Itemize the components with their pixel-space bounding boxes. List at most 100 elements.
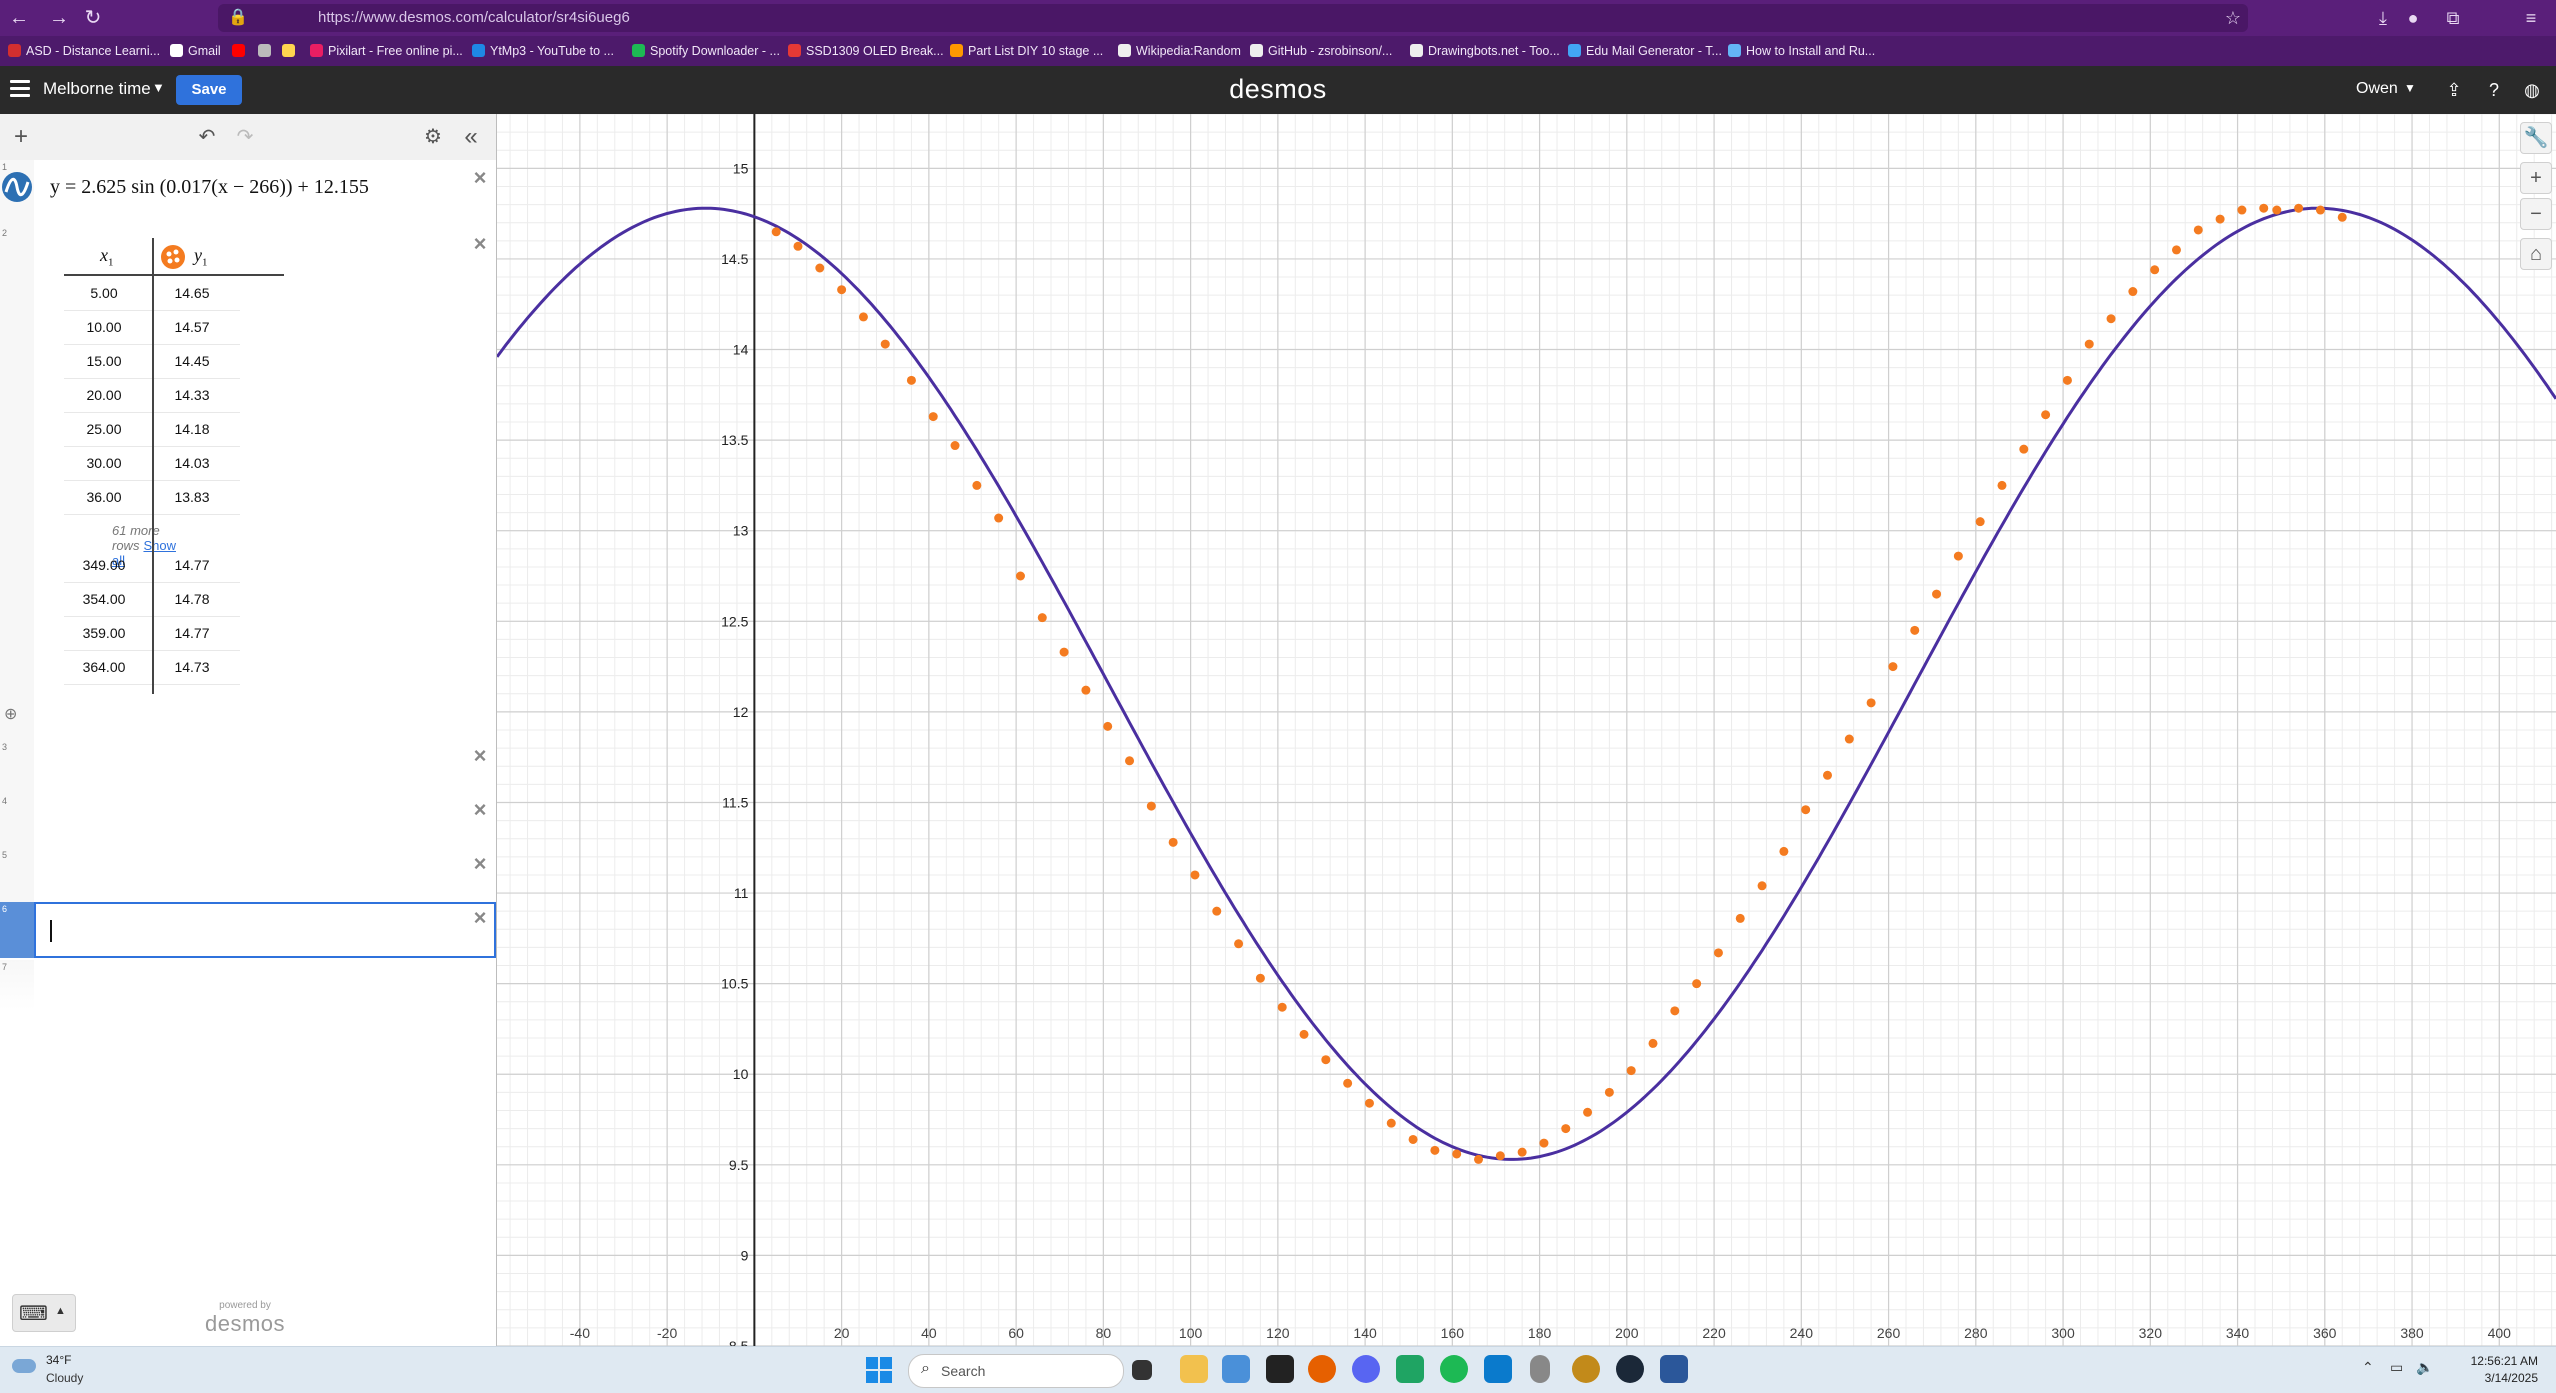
expression-row[interactable]: 4 ×: [0, 794, 496, 849]
task-view-icon[interactable]: [1132, 1360, 1152, 1380]
delete-icon[interactable]: ×: [470, 853, 490, 875]
table-cell-x[interactable]: 364.00: [64, 650, 144, 684]
extension-icon[interactable]: ●: [2400, 5, 2426, 31]
file-explorer-icon[interactable]: [1180, 1355, 1208, 1383]
collapse-panel-icon[interactable]: «: [456, 122, 486, 152]
url-text[interactable]: https://www.desmos.com/calculator/sr4si6…: [318, 4, 630, 32]
volume-icon[interactable]: 🔈: [2416, 1359, 2433, 1376]
table-cell-y[interactable]: 14.77: [152, 616, 232, 650]
bookmark-item[interactable]: [282, 36, 300, 66]
save-button[interactable]: Save: [176, 75, 242, 105]
globe-icon[interactable]: ◍: [2520, 78, 2544, 102]
vscode-icon[interactable]: [1484, 1355, 1512, 1383]
bookmark-item[interactable]: [232, 36, 250, 66]
table-cell-y[interactable]: 13.83: [152, 480, 232, 514]
expression-row[interactable]: 1 y = 2.625 sin (0.017(x − 266)) + 12.15…: [0, 160, 496, 227]
table-cell-y[interactable]: 14.78: [152, 582, 232, 616]
bookmark-item[interactable]: Wikipedia:Random: [1118, 36, 1241, 66]
delete-icon[interactable]: ×: [470, 233, 490, 255]
caret-down-icon[interactable]: ▼: [152, 80, 165, 95]
bookmark-item[interactable]: [258, 36, 276, 66]
mouse-app-icon[interactable]: [1530, 1355, 1550, 1383]
table-cell-x[interactable]: 25.00: [64, 412, 144, 446]
bookmark-item[interactable]: Gmail: [170, 36, 221, 66]
address-bar[interactable]: 🔒 https://www.desmos.com/calculator/sr4s…: [218, 4, 2248, 32]
delete-icon[interactable]: ×: [470, 745, 490, 767]
reload-icon[interactable]: ↻: [80, 5, 106, 31]
graph-paper[interactable]: 8.5 9 9.5 10 10.5 11 11.5 12 12.5 13 13.5 14 14.5 15 -…: [497, 114, 2556, 1346]
table-cell-x[interactable]: 5.00: [64, 276, 144, 310]
expression-input[interactable]: [34, 902, 496, 958]
equation-text[interactable]: y = 2.625 sin (0.017(x − 266)) + 12.155: [50, 176, 369, 199]
bookmark-item[interactable]: Spotify Downloader - ...: [632, 36, 780, 66]
active-expression-row[interactable]: 6 ×: [0, 902, 496, 958]
weather-desc[interactable]: Cloudy: [46, 1371, 83, 1385]
bookmark-item[interactable]: How to Install and Ru...: [1728, 36, 1875, 66]
curve-color-icon[interactable]: [2, 172, 32, 202]
bookmark-item[interactable]: ASD - Distance Learni...: [8, 36, 160, 66]
table-cell-y[interactable]: 14.33: [152, 378, 232, 412]
table-cell-y[interactable]: 14.18: [152, 412, 232, 446]
bookmark-item[interactable]: Pixilart - Free online pi...: [310, 36, 463, 66]
sheets-icon[interactable]: [1396, 1355, 1424, 1383]
table-cell-x[interactable]: 36.00: [64, 480, 144, 514]
table-cell-y[interactable]: 14.65: [152, 276, 232, 310]
table-cell-x[interactable]: 349.00: [64, 548, 144, 582]
back-icon[interactable]: ←: [6, 5, 32, 31]
column-header-y[interactable]: y1: [194, 238, 208, 272]
table-cell-y[interactable]: 14.73: [152, 650, 232, 684]
zoom-fit-icon[interactable]: ⊕: [4, 704, 17, 724]
user-menu[interactable]: Owen: [2356, 80, 2398, 98]
expression-row[interactable]: 3 ×: [0, 740, 496, 795]
expression-row[interactable]: 5 ×: [0, 848, 496, 903]
tray-chevron-icon[interactable]: ⌃: [2362, 1359, 2374, 1376]
puzzle-icon[interactable]: ⧉: [2440, 5, 2466, 31]
bookmark-item[interactable]: Edu Mail Generator - T...: [1568, 36, 1722, 66]
share-icon[interactable]: ⇪: [2442, 78, 2466, 102]
undo-icon[interactable]: ↶: [192, 122, 222, 152]
delete-icon[interactable]: ×: [470, 167, 490, 189]
bookmark-item[interactable]: SSD1309 OLED Break...: [788, 36, 944, 66]
caret-down-icon[interactable]: ▼: [2404, 81, 2416, 95]
expression-row[interactable]: 7: [0, 960, 496, 1010]
hamburger-menu-icon[interactable]: [10, 80, 30, 100]
graph-title[interactable]: Melborne time: [43, 79, 151, 99]
column-header-x[interactable]: x1: [100, 238, 114, 272]
table-cell-x[interactable]: 30.00: [64, 446, 144, 480]
delete-icon[interactable]: ×: [470, 799, 490, 821]
download-icon[interactable]: ⤓: [2370, 5, 2396, 31]
graph-canvas[interactable]: 8.5 9 9.5 10 10.5 11 11.5 12 12.5 13 13.5 14 14.5 15 -…: [497, 114, 2556, 1346]
firefox-icon[interactable]: [1308, 1355, 1336, 1383]
bookmark-item[interactable]: Drawingbots.net - Too...: [1410, 36, 1560, 66]
network-icon[interactable]: ▭: [2390, 1359, 2403, 1376]
help-icon[interactable]: ?: [2482, 78, 2506, 102]
word-icon[interactable]: [1660, 1355, 1688, 1383]
bookmark-item[interactable]: YtMp3 - YouTube to ...: [472, 36, 614, 66]
steam-icon[interactable]: [1616, 1355, 1644, 1383]
redo-icon[interactable]: ↷: [230, 122, 260, 152]
taskbar-search[interactable]: ⌕ Search: [908, 1354, 1124, 1388]
app-icon[interactable]: [1572, 1355, 1600, 1383]
settings-gear-icon[interactable]: ⚙: [418, 122, 448, 152]
table-cell-y[interactable]: 14.45: [152, 344, 232, 378]
spotify-icon[interactable]: [1440, 1355, 1468, 1383]
keypad-toggle-button[interactable]: ⌨ ▲: [12, 1294, 76, 1332]
bookmark-item[interactable]: GitHub - zsrobinson/...: [1250, 36, 1392, 66]
windows-start-icon[interactable]: [866, 1357, 892, 1383]
add-item-icon[interactable]: +: [6, 122, 36, 152]
table-cell-y[interactable]: 14.57: [152, 310, 232, 344]
photos-icon[interactable]: [1222, 1355, 1250, 1383]
clock-time[interactable]: 12:56:21 AM: [2448, 1354, 2538, 1368]
table-cell-y[interactable]: 14.77: [152, 548, 232, 582]
table-cell-x[interactable]: 15.00: [64, 344, 144, 378]
table-cell-y[interactable]: 14.03: [152, 446, 232, 480]
menu-icon[interactable]: ≡: [2518, 5, 2544, 31]
discord-icon[interactable]: [1352, 1355, 1380, 1383]
zoom-out-icon[interactable]: −: [2520, 198, 2552, 230]
bookmark-item[interactable]: Part List DIY 10 stage ...: [950, 36, 1103, 66]
table-cell-x[interactable]: 20.00: [64, 378, 144, 412]
graph-settings-wrench-icon[interactable]: 🔧: [2520, 122, 2552, 154]
zoom-in-icon[interactable]: +: [2520, 162, 2552, 194]
forward-icon[interactable]: →: [46, 5, 72, 31]
table-cell-x[interactable]: 10.00: [64, 310, 144, 344]
